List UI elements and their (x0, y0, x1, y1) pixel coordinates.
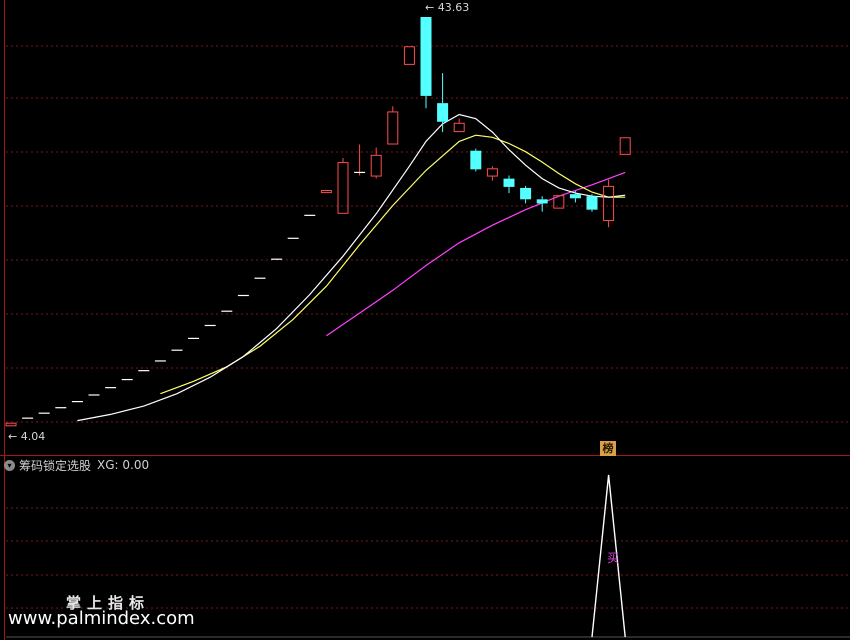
rank-badge[interactable]: 榜 (600, 441, 616, 456)
candle-body (370, 154, 382, 177)
buy-signal-label: 买 (607, 551, 620, 565)
candle-body (503, 178, 515, 187)
candle-body (486, 168, 498, 177)
candle (586, 194, 598, 212)
candle-body (403, 46, 415, 65)
candle (354, 144, 366, 176)
indicator-value: XG: 0.00 (97, 458, 150, 472)
candle (603, 179, 615, 228)
candle (320, 190, 332, 194)
candle (437, 73, 449, 133)
candlesticks[interactable] (5, 16, 631, 427)
candle-body (586, 196, 598, 210)
candle (420, 16, 432, 109)
high-price-value: 43.63 (437, 1, 470, 14)
candle-body (520, 187, 532, 200)
candle-body (603, 185, 615, 222)
high-price-label: ← 43.63 (425, 1, 470, 14)
candle (337, 157, 349, 214)
candle-body (387, 111, 399, 145)
candle (486, 166, 498, 181)
candle-body (536, 199, 548, 204)
candle (470, 148, 482, 172)
candle (387, 106, 399, 145)
candle (453, 118, 465, 133)
candle-body (453, 122, 465, 133)
candle-body (470, 150, 482, 170)
candle (403, 46, 415, 65)
indicator-name: 筹码锁定选股 (19, 458, 92, 473)
chevron-down-icon[interactable]: ▾ (4, 459, 15, 471)
candle (569, 191, 581, 203)
candle-body (320, 190, 332, 194)
candle-body (437, 103, 449, 122)
candle-body (569, 194, 581, 199)
moving-averages (77, 113, 626, 422)
low-price-value: 4.04 (20, 430, 46, 443)
ma-mid-line (160, 134, 626, 395)
indicator-header[interactable]: ▾ 筹码锁定选股 XG: 0.00 (4, 457, 149, 473)
candle (520, 185, 532, 204)
watermark-url: www.palmindex.com (8, 608, 195, 629)
candle (503, 175, 515, 194)
candle (5, 422, 17, 427)
panel-frame (0, 0, 850, 640)
candle-body (5, 422, 17, 427)
chart-area (0, 0, 850, 640)
grid-lines (6, 45, 850, 609)
candle-body (420, 16, 432, 96)
ma-short-line (77, 113, 626, 422)
low-price-label: ← 4.04 (8, 430, 46, 443)
